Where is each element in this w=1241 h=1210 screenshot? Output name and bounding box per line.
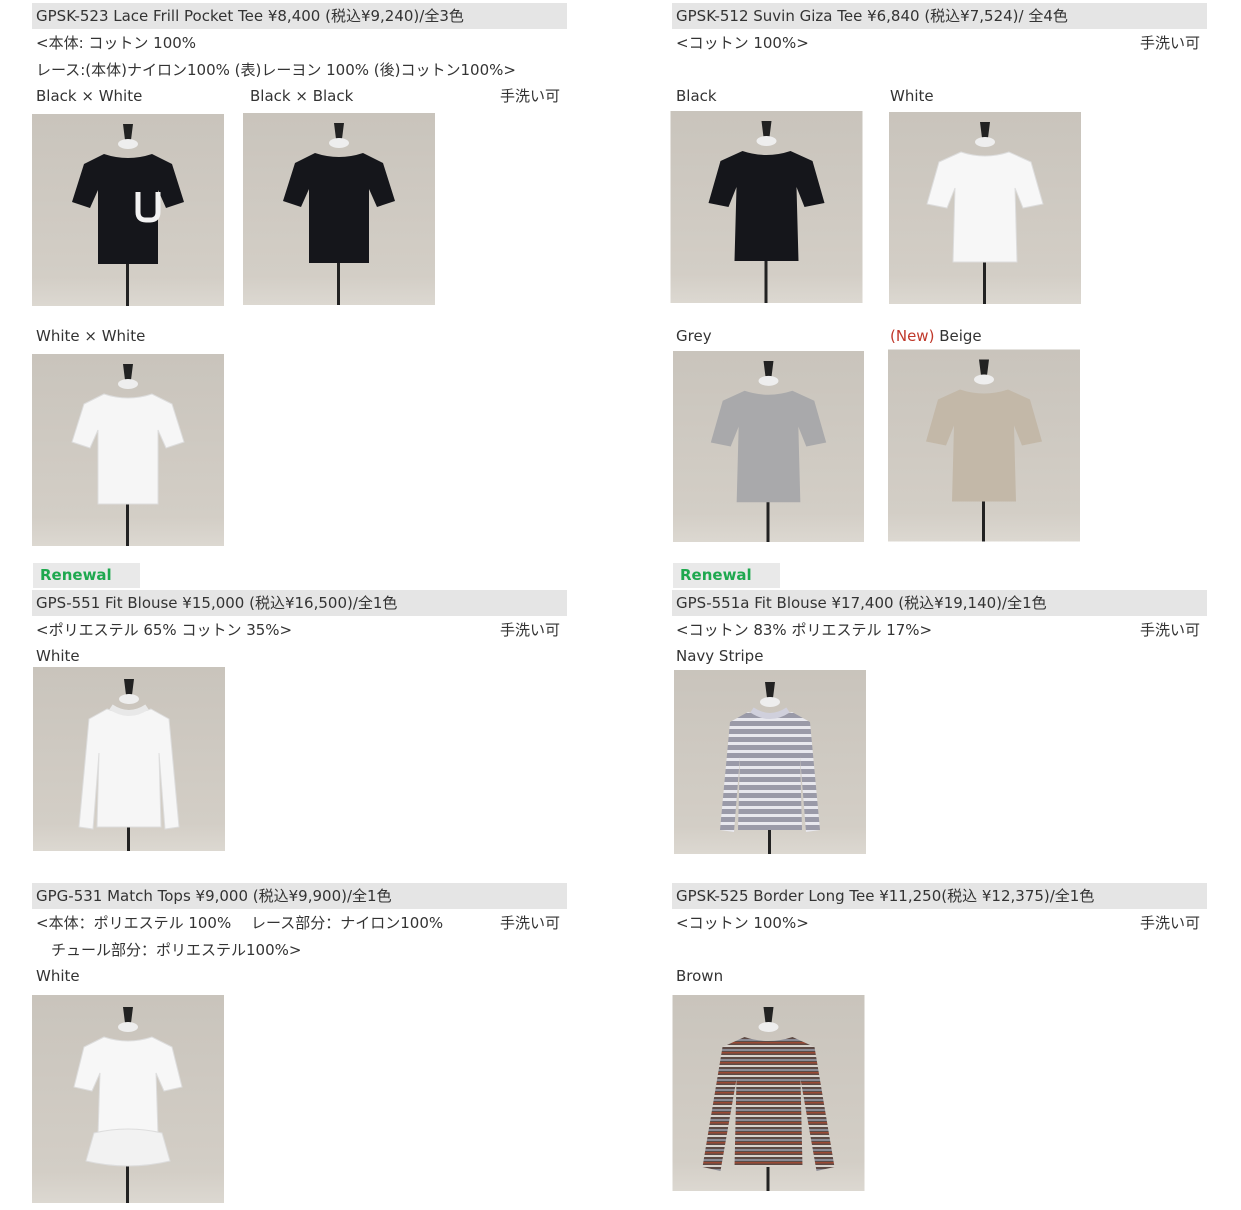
color-label: White × White [36,327,146,345]
material-text: レース:(本体)ナイロン100% (表)レーヨン 100% (後)コットン100… [36,61,516,79]
product-photo-white[interactable] [889,111,1081,305]
material-text: <ポリエステル 65% コットン 35%> [36,621,293,639]
color-label: Black × Black [250,87,354,105]
care-label: 手洗い可 [1140,34,1201,52]
product-photo-brown[interactable] [672,995,865,1191]
product-photo-white-white[interactable] [32,354,224,546]
color-label-beige: (New) Beige [890,327,982,345]
product-photo-black-white[interactable] [32,114,224,306]
care-label: 手洗い可 [500,914,561,932]
product-photo-grey[interactable] [672,351,865,542]
renewal-badge: Renewal [673,563,780,588]
color-label: White [890,87,934,105]
product-photo-beige[interactable] [888,349,1080,542]
material-text: <本体: コットン 100% [36,34,197,52]
product-title: GPS-551a Fit Blouse ¥17,400 (税込¥19,140)/… [676,594,1047,612]
badge-label: Renewal [680,566,752,584]
new-tag: (New) [890,327,935,345]
care-label: 手洗い可 [1140,621,1201,639]
material-text: <本体：ポリエステル 100% レース部分：ナイロン100% [36,914,444,932]
product-title: GPSK-525 Border Long Tee ¥11,250(税込 ¥12,… [676,887,1095,905]
care-label: 手洗い可 [1140,914,1201,932]
product-header: GPS-551 Fit Blouse ¥15,000 (税込¥16,500)/全… [32,590,567,616]
color-label: White [36,967,80,985]
color-label: Beige [939,327,982,345]
product-header: GPSK-512 Suvin Giza Tee ¥6,840 (税込¥7,524… [672,3,1207,29]
product-title: GPSK-512 Suvin Giza Tee ¥6,840 (税込¥7,524… [676,7,1068,25]
product-header: GPS-551a Fit Blouse ¥17,400 (税込¥19,140)/… [672,590,1207,616]
product-header: GPSK-525 Border Long Tee ¥11,250(税込 ¥12,… [672,883,1207,909]
color-label: Brown [676,967,724,985]
care-label: 手洗い可 [500,621,561,639]
product-title: GPG-531 Match Tops ¥9,000 (税込¥9,900)/全1色 [36,887,392,905]
product-photo-white[interactable] [32,667,226,851]
product-header: GPG-531 Match Tops ¥9,000 (税込¥9,900)/全1色 [32,883,567,909]
product-header: GPSK-523 Lace Frill Pocket Tee ¥8,400 (税… [32,3,567,29]
color-label: Black [676,87,717,105]
product-title: GPS-551 Fit Blouse ¥15,000 (税込¥16,500)/全… [36,594,398,612]
badge-label: Renewal [40,566,112,584]
color-label: Navy Stripe [676,647,764,665]
color-label: White [36,647,80,665]
product-photo-black-black[interactable] [243,113,435,305]
material-text: チュール部分：ポリエステル100%> [36,941,302,959]
material-text: <コットン 100%> [676,914,809,932]
product-photo-navy-stripe[interactable] [673,670,867,854]
care-label: 手洗い可 [500,87,561,105]
color-label: Black × White [36,87,143,105]
material-text: <コットン 100%> [676,34,809,52]
material-text: <コットン 83% ポリエステル 17%> [676,621,933,639]
renewal-badge: Renewal [33,563,140,588]
product-title: GPSK-523 Lace Frill Pocket Tee ¥8,400 (税… [36,7,464,25]
product-photo-white[interactable] [32,995,224,1203]
product-photo-black[interactable] [670,111,863,303]
color-label: Grey [676,327,712,345]
